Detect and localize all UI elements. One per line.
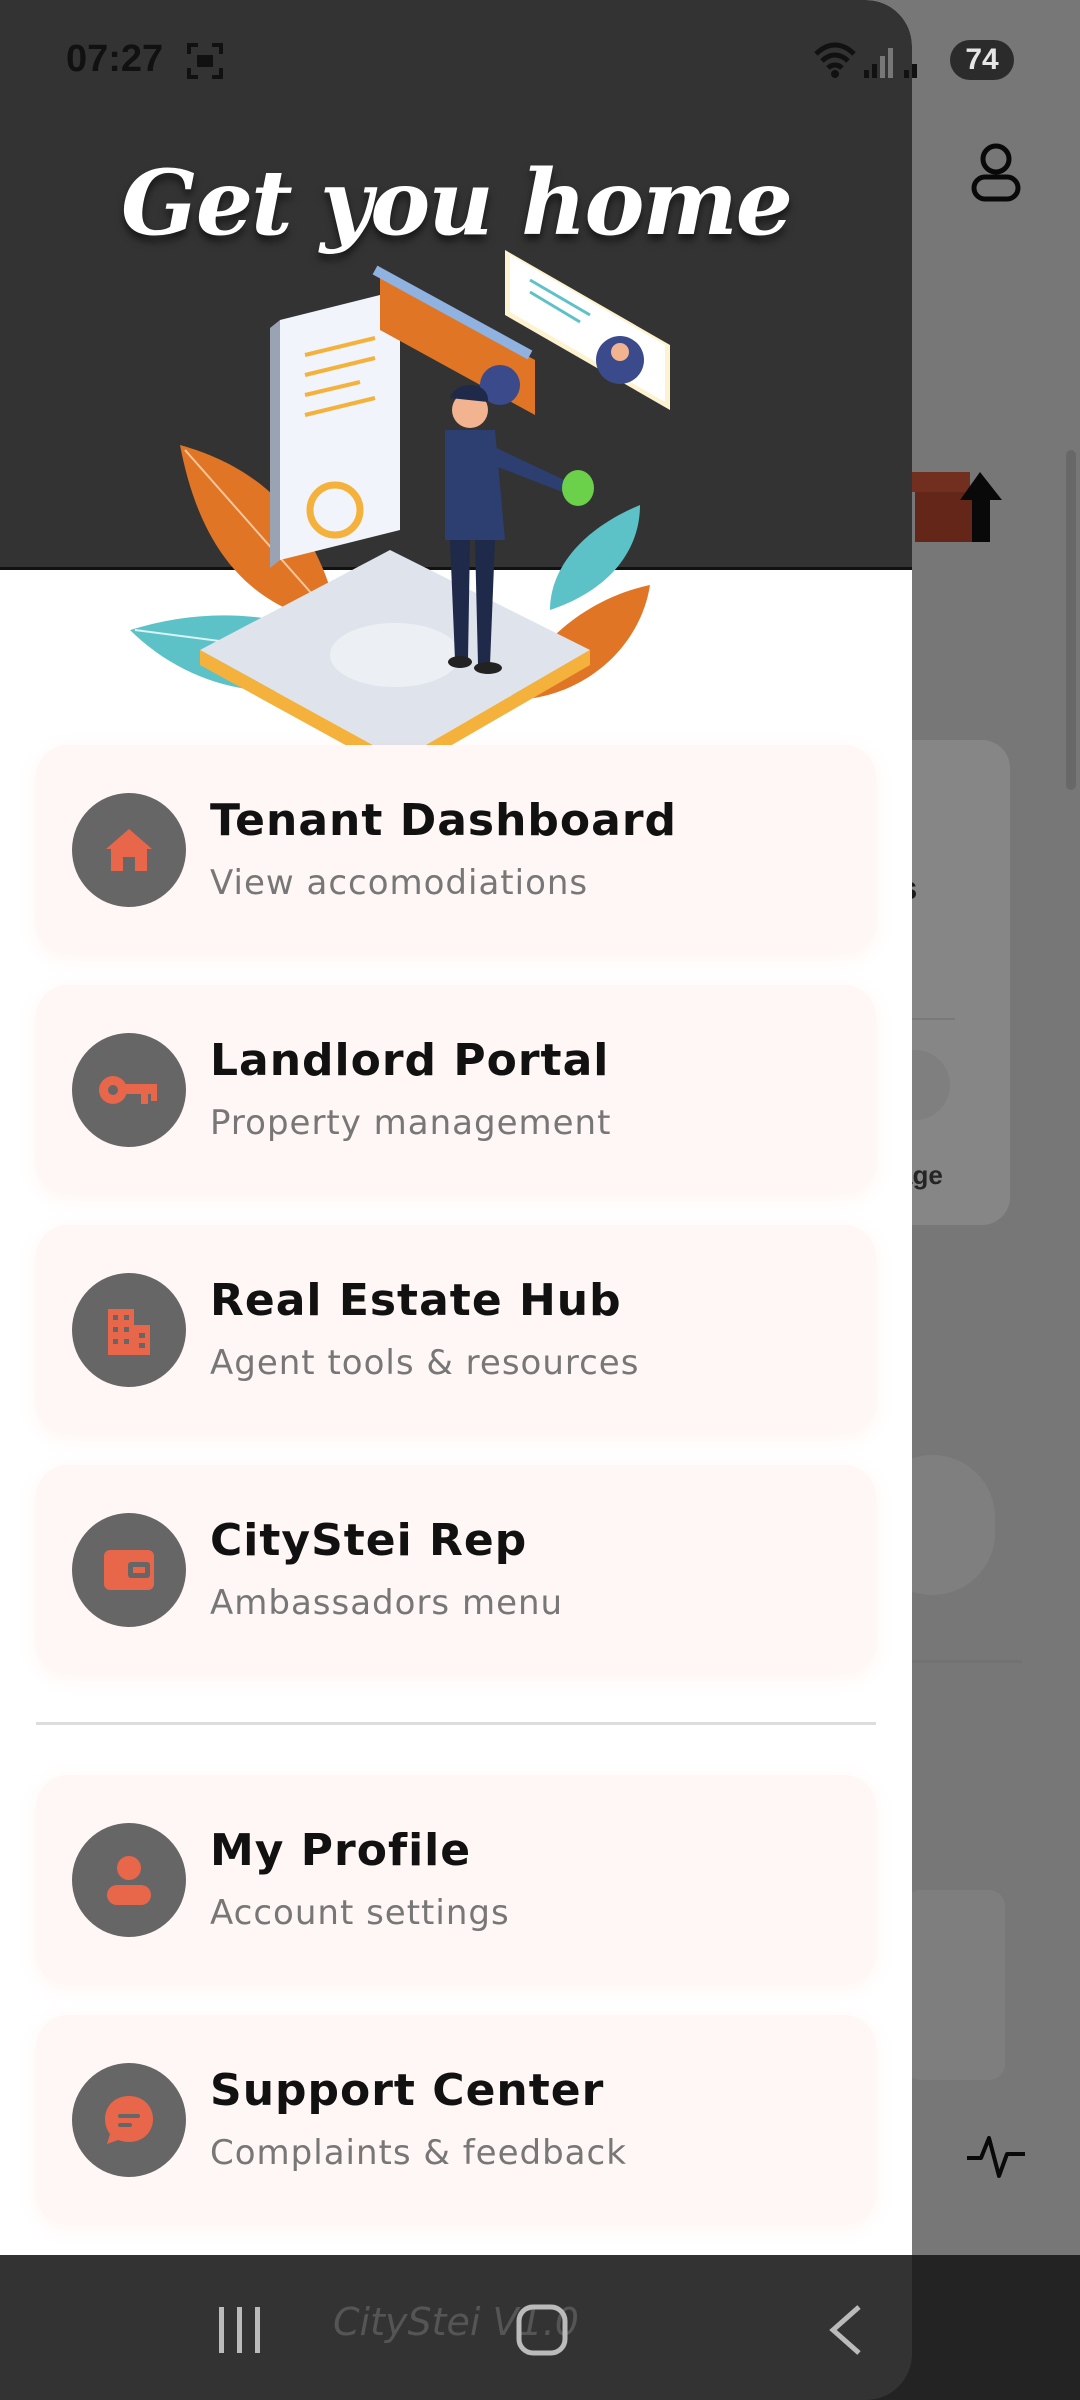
- menu-item-support-center[interactable]: Support Center Complaints & feedback: [36, 2015, 876, 2225]
- menu-item-tenant-dashboard[interactable]: Tenant Dashboard View accomodiations: [36, 745, 876, 955]
- menu-item-subtitle: Ambassadors menu: [210, 1583, 564, 1623]
- wallet-icon: [72, 1513, 186, 1627]
- person-icon: [72, 1823, 186, 1937]
- key-icon: [72, 1033, 186, 1147]
- menu-item-citystei-rep[interactable]: CityStei Rep Ambassadors menu: [36, 1465, 876, 1675]
- menu-divider: [36, 1722, 876, 1725]
- menu-item-title: My Profile: [210, 1825, 472, 1876]
- menu-item-title: Support Center: [210, 2065, 605, 2116]
- menu-item-subtitle: Property management: [210, 1103, 612, 1143]
- menu-item-subtitle: Account settings: [210, 1893, 510, 1933]
- battery-indicator: 74: [950, 40, 1014, 80]
- wifi-icon: [814, 42, 856, 78]
- home-icon: [72, 793, 186, 907]
- app-version: CityStei V1.0: [333, 2300, 579, 2344]
- home-nav-icon[interactable]: [515, 2303, 569, 2357]
- status-bar: 07:27 74: [0, 0, 1080, 120]
- menu-item-my-profile[interactable]: My Profile Account settings: [36, 1775, 876, 1985]
- signal-icon: [904, 48, 933, 78]
- navigation-drawer: Get you home Tenant Dashboard View accom…: [0, 0, 912, 2400]
- menu-item-subtitle: View accomodiations: [210, 863, 589, 903]
- menu-item-title: Real Estate Hub: [210, 1275, 622, 1326]
- building-icon: [72, 1273, 186, 1387]
- chat-icon: [72, 2063, 186, 2177]
- recents-icon[interactable]: [215, 2305, 265, 2355]
- menu-item-landlord-portal[interactable]: Landlord Portal Property management: [36, 985, 876, 1195]
- back-icon[interactable]: [825, 2303, 865, 2357]
- hero-illustration: [130, 250, 670, 775]
- menu-item-title: Tenant Dashboard: [210, 795, 678, 846]
- menu-item-title: CityStei Rep: [210, 1515, 528, 1566]
- screenshot-icon: [187, 43, 223, 79]
- menu-item-title: Landlord Portal: [210, 1035, 610, 1086]
- menu-item-real-estate-hub[interactable]: Real Estate Hub Agent tools & resources: [36, 1225, 876, 1435]
- status-time: 07:27: [66, 38, 164, 80]
- menu-item-subtitle: Agent tools & resources: [210, 1343, 640, 1383]
- menu-item-subtitle: Complaints & feedback: [210, 2133, 627, 2173]
- signal-icon: [864, 48, 893, 78]
